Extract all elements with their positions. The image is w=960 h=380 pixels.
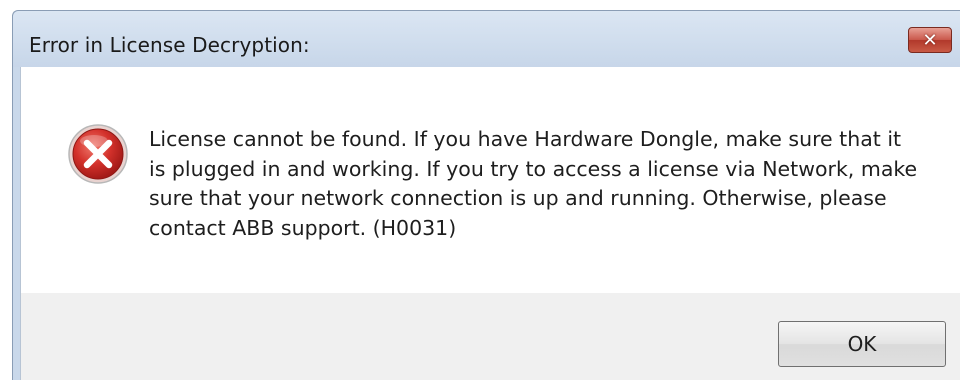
dialog-title: Error in License Decryption:	[29, 33, 310, 57]
error-icon	[68, 124, 128, 184]
button-bar: OK	[20, 293, 960, 380]
ok-button[interactable]: OK	[778, 321, 946, 367]
error-message: License cannot be found. If you have Har…	[149, 127, 918, 240]
close-button[interactable]: ✕	[908, 27, 952, 53]
message-area: License cannot be found. If you have Har…	[20, 67, 960, 293]
close-icon: ✕	[922, 29, 938, 51]
error-dialog: Error in License Decryption: ✕ License c…	[12, 10, 960, 380]
title-bar[interactable]: Error in License Decryption: ✕	[13, 11, 960, 67]
